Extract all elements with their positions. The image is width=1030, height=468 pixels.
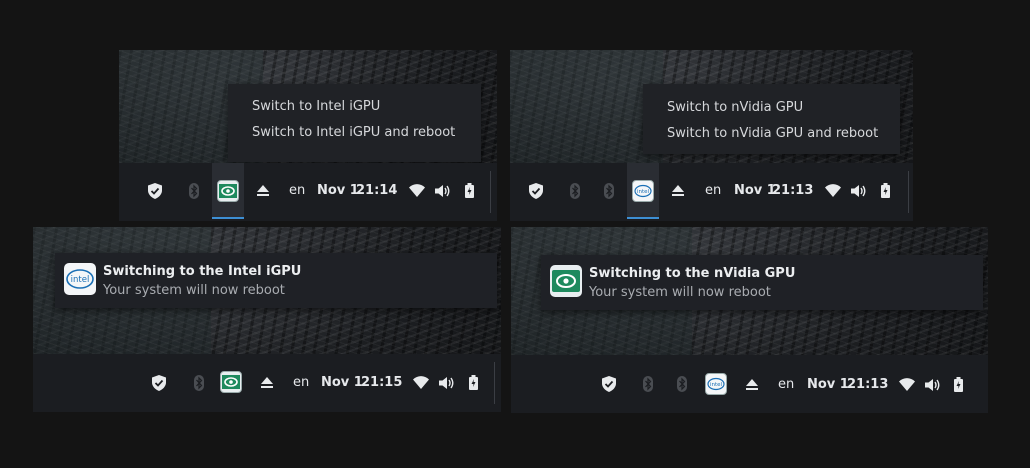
wifi-icon[interactable] (899, 378, 915, 391)
volume-icon[interactable] (925, 378, 941, 392)
active-underline (212, 217, 244, 219)
bar-separator (494, 362, 495, 404)
notification-body: Your system will now reboot (103, 283, 285, 298)
wifi-icon[interactable] (413, 376, 429, 389)
bluetooth-icon[interactable] (189, 183, 199, 199)
keyboard-layout[interactable]: en (705, 183, 721, 198)
gpu-switch-menu: Switch to nVidia GPU Switch to nVidia GP… (643, 84, 900, 154)
intel-icon: intel (705, 373, 727, 395)
panel-top-left: Switch to Intel iGPU Switch to Intel iGP… (119, 50, 497, 221)
intel-logo-text: intel (710, 382, 723, 388)
clock-date[interactable]: Nov 1 (321, 375, 363, 390)
battery-icon[interactable] (465, 183, 474, 198)
shield-icon[interactable] (148, 183, 162, 199)
bluetooth-secondary-icon[interactable] (677, 376, 687, 392)
keyboard-layout[interactable]: en (778, 377, 794, 392)
clock-date[interactable]: Nov 1 (317, 183, 359, 198)
intel-icon: intel (632, 180, 654, 202)
menu-item-switch-intel[interactable]: Switch to Intel iGPU (252, 99, 380, 114)
active-underline (627, 217, 659, 219)
panel-bottom-right: Switching to the nVidia GPU Your system … (511, 227, 988, 413)
gpu-indicator-button[interactable]: intel (705, 373, 727, 395)
wifi-icon[interactable] (825, 184, 841, 197)
notification[interactable]: Switching to the nVidia GPU Your system … (541, 255, 983, 310)
top-bar: en Nov 1 21:14 (119, 163, 497, 221)
clock-date[interactable]: Nov 1 (807, 377, 849, 392)
menu-item-switch-nvidia[interactable]: Switch to nVidia GPU (667, 100, 803, 115)
battery-icon[interactable] (881, 183, 890, 198)
clock-date[interactable]: Nov 1 (734, 183, 776, 198)
bluetooth-icon[interactable] (570, 183, 580, 199)
clock-time[interactable]: 21:13 (847, 377, 888, 392)
gpu-indicator-button[interactable]: intel (627, 163, 659, 219)
bar-separator (908, 171, 909, 213)
top-bar: intel en Nov 1 21:13 (511, 355, 988, 413)
menu-item-switch-intel-reboot[interactable]: Switch to Intel iGPU and reboot (252, 125, 455, 140)
wifi-icon[interactable] (409, 184, 425, 197)
eject-icon[interactable] (672, 185, 684, 196)
shield-icon[interactable] (529, 183, 543, 199)
volume-icon[interactable] (851, 184, 867, 198)
nvidia-icon (217, 180, 239, 202)
notification-body: Your system will now reboot (589, 285, 771, 300)
shield-icon[interactable] (602, 376, 616, 392)
clock-time[interactable]: 21:14 (356, 183, 397, 198)
clock-time[interactable]: 21:15 (361, 375, 402, 390)
intel-logo-text: intel (637, 189, 650, 195)
bluetooth-icon[interactable] (643, 376, 653, 392)
eject-icon[interactable] (261, 377, 273, 388)
clock-time[interactable]: 21:13 (772, 183, 813, 198)
keyboard-layout[interactable]: en (289, 183, 305, 198)
bar-separator (490, 171, 491, 213)
notification-title: Switching to the Intel iGPU (103, 264, 302, 279)
panel-top-right: Switch to nVidia GPU Switch to nVidia GP… (510, 50, 913, 221)
top-bar: en Nov 1 21:15 (33, 354, 501, 412)
top-bar: intel en Nov 1 21:13 (510, 163, 913, 221)
nvidia-icon (220, 371, 242, 393)
nvidia-icon (550, 265, 582, 297)
keyboard-layout[interactable]: en (293, 375, 309, 390)
volume-icon[interactable] (435, 184, 451, 198)
bluetooth-secondary-icon[interactable] (604, 183, 614, 199)
eject-icon[interactable] (257, 185, 269, 196)
menu-item-switch-nvidia-reboot[interactable]: Switch to nVidia GPU and reboot (667, 126, 878, 141)
shield-icon[interactable] (152, 375, 166, 391)
panel-bottom-left: intel Switching to the Intel iGPU Your s… (33, 227, 501, 412)
volume-icon[interactable] (439, 376, 455, 390)
gpu-indicator-button[interactable] (212, 163, 244, 219)
gpu-indicator-button[interactable] (220, 371, 242, 393)
battery-icon[interactable] (954, 377, 963, 392)
gpu-switch-menu: Switch to Intel iGPU Switch to Intel iGP… (228, 84, 481, 162)
bluetooth-icon[interactable] (194, 375, 204, 391)
notification[interactable]: intel Switching to the Intel iGPU Your s… (55, 253, 497, 308)
intel-logo-text: intel (71, 275, 90, 285)
eject-icon[interactable] (746, 379, 758, 390)
notification-title: Switching to the nVidia GPU (589, 266, 796, 281)
battery-icon[interactable] (469, 375, 478, 390)
intel-icon: intel (64, 263, 96, 295)
